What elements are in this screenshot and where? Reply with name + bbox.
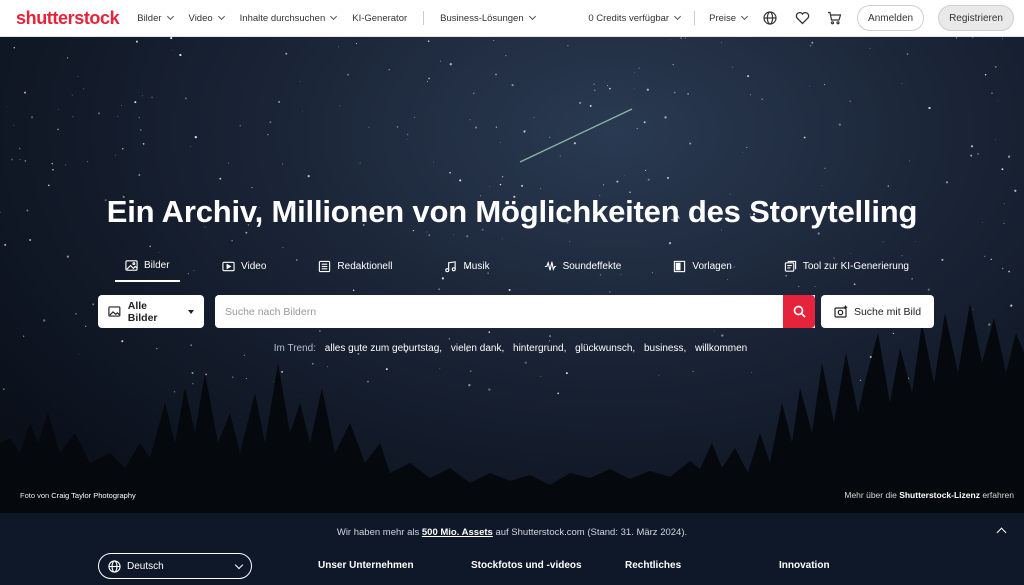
soundwave-icon bbox=[544, 260, 556, 272]
trending-searches: Im Trend: alles gute zum geburtstag, vie… bbox=[0, 343, 1024, 354]
search-by-image-label: Suche mit Bild bbox=[853, 305, 922, 318]
nav-video[interactable]: Video bbox=[188, 12, 225, 24]
trending-link[interactable]: business, bbox=[644, 343, 686, 354]
media-type-tabs: Bilder Video Redaktionell Musik Soundeff… bbox=[115, 259, 909, 282]
chevron-down-icon bbox=[330, 12, 338, 21]
header-actions: 0 Credits verfügbar Preise Anmelden Regi… bbox=[588, 5, 1014, 31]
language-selector[interactable]: Deutsch bbox=[98, 553, 252, 579]
footer-col-company[interactable]: Unser Unternehmen bbox=[318, 560, 414, 571]
trending-label: Im Trend: bbox=[273, 343, 316, 354]
search-by-image-button[interactable]: Suche mit Bild bbox=[821, 295, 934, 328]
footer-col-innovation[interactable]: Innovation bbox=[779, 560, 830, 571]
license-prefix: Mehr über die bbox=[844, 490, 897, 500]
trending-link[interactable]: alles gute zum geburtstag, bbox=[325, 343, 442, 354]
ai-icon bbox=[784, 260, 796, 272]
nav-ai-generator[interactable]: KI-Generator bbox=[352, 13, 407, 24]
video-icon bbox=[222, 261, 235, 272]
image-icon bbox=[125, 260, 138, 271]
search-input[interactable] bbox=[215, 295, 815, 328]
license-info: Mehr über die Shutterstock-Lizenz erfahr… bbox=[844, 490, 1014, 500]
pricing-label: Preise bbox=[709, 12, 737, 24]
tab-editorial[interactable]: Redaktionell bbox=[318, 259, 392, 282]
template-icon bbox=[674, 260, 686, 273]
nav-browse-label: Inhalte durchsuchen bbox=[239, 12, 326, 24]
tab-images-label: Bilder bbox=[144, 260, 170, 271]
tab-templates[interactable]: Vorlagen bbox=[673, 259, 732, 282]
chevron-down-icon bbox=[217, 12, 225, 21]
license-suffix: erfahren bbox=[982, 490, 1014, 500]
shutterstock-logo[interactable]: shutterstock bbox=[16, 8, 120, 29]
trending-link[interactable]: willkommen bbox=[695, 343, 747, 354]
music-icon bbox=[445, 261, 457, 273]
tab-templates-label: Vorlagen bbox=[692, 261, 732, 272]
trending-link[interactable]: vielen dank, bbox=[451, 343, 504, 354]
header-divider bbox=[694, 11, 696, 25]
nav-business-label: Business-Lösungen bbox=[440, 12, 524, 24]
nav-browse-content[interactable]: Inhalte durchsuchen bbox=[239, 12, 338, 24]
tab-music-label: Musik bbox=[463, 261, 490, 272]
tab-video-label: Video bbox=[241, 261, 267, 272]
cart-icon[interactable] bbox=[825, 9, 843, 27]
language-label: Deutsch bbox=[127, 560, 164, 572]
nav-images-label: Bilder bbox=[137, 12, 162, 24]
tab-editorial-label: Redaktionell bbox=[337, 261, 393, 272]
asset-count-note: Wir haben mehr als 500 Mio. Assets auf S… bbox=[0, 527, 1024, 538]
credits-label: 0 Credits verfügbar bbox=[588, 12, 670, 24]
nav-video-label: Video bbox=[188, 12, 213, 24]
tab-sound-effects[interactable]: Soundeffekte bbox=[544, 259, 622, 282]
nav-ai-generator-label: KI-Generator bbox=[352, 12, 408, 24]
media-filter-label: Alle Bilder bbox=[127, 299, 158, 324]
pricing-dropdown[interactable]: Preise bbox=[709, 12, 749, 24]
chevron-down-icon bbox=[528, 12, 536, 21]
chevron-down-icon bbox=[674, 12, 682, 21]
license-link[interactable]: Shutterstock-Lizenz bbox=[899, 490, 980, 500]
search-button[interactable] bbox=[783, 295, 815, 328]
footer-col-legal[interactable]: Rechtliches bbox=[625, 560, 681, 571]
globe-icon bbox=[108, 559, 121, 573]
trending-link[interactable]: hintergrund, bbox=[513, 343, 566, 354]
tab-music[interactable]: Musik bbox=[444, 259, 490, 282]
photo-credit-prefix: Foto von bbox=[20, 491, 50, 500]
chevron-down-icon bbox=[166, 12, 174, 21]
tab-ai-generation-label: Tool zur KI-Generierung bbox=[802, 261, 909, 272]
heart-icon[interactable] bbox=[793, 9, 811, 27]
chevron-down-icon bbox=[234, 560, 244, 569]
credits-dropdown[interactable]: 0 Credits verfügbar bbox=[588, 12, 682, 24]
top-navigation-bar: shutterstock Bilder Video Inhalte durchs… bbox=[0, 0, 1024, 37]
register-button[interactable]: Registrieren bbox=[938, 5, 1014, 31]
nav-business-solutions[interactable]: Business-Lösungen bbox=[440, 12, 536, 24]
tab-sound-effects-label: Soundeffekte bbox=[562, 261, 622, 272]
caret-down-icon bbox=[188, 309, 194, 314]
login-button[interactable]: Anmelden bbox=[857, 5, 925, 31]
photographer-link[interactable]: Craig Taylor Photography bbox=[51, 491, 136, 500]
footer-col-stock[interactable]: Stockfotos und -videos bbox=[471, 560, 582, 571]
media-filter-dropdown[interactable]: Alle Bilder bbox=[98, 295, 204, 328]
nav-images[interactable]: Bilder bbox=[137, 12, 174, 24]
chevron-down-icon bbox=[741, 12, 749, 21]
footer: Wir haben mehr als 500 Mio. Assets auf S… bbox=[0, 513, 1024, 585]
hero-headline: Ein Archiv, Millionen von Möglichkeiten … bbox=[106, 194, 918, 229]
photo-credit: Foto von Craig Taylor Photography bbox=[20, 491, 136, 500]
search-icon bbox=[793, 305, 806, 318]
trending-link[interactable]: glückwunsch, bbox=[575, 343, 635, 354]
note-suffix: auf Shutterstock.com (Stand: 31. März 20… bbox=[495, 527, 688, 538]
tab-ai-generation[interactable]: Tool zur KI-Generierung bbox=[784, 259, 909, 282]
hero-section: Ein Archiv, Millionen von Möglichkeiten … bbox=[0, 37, 1024, 513]
camera-plus-icon bbox=[834, 305, 848, 318]
assets-link[interactable]: 500 Mio. Assets bbox=[422, 527, 493, 538]
main-nav: Bilder Video Inhalte durchsuchen KI-Gene… bbox=[137, 11, 536, 25]
editorial-icon bbox=[319, 260, 331, 273]
image-icon bbox=[108, 306, 121, 317]
nav-divider bbox=[423, 11, 425, 25]
tab-images[interactable]: Bilder bbox=[115, 259, 180, 282]
search-bar: Alle Bilder Suche mit Bild bbox=[98, 295, 934, 328]
globe-icon[interactable] bbox=[761, 9, 779, 27]
tab-video[interactable]: Video bbox=[222, 259, 266, 282]
note-prefix: Wir haben mehr als bbox=[336, 527, 420, 538]
